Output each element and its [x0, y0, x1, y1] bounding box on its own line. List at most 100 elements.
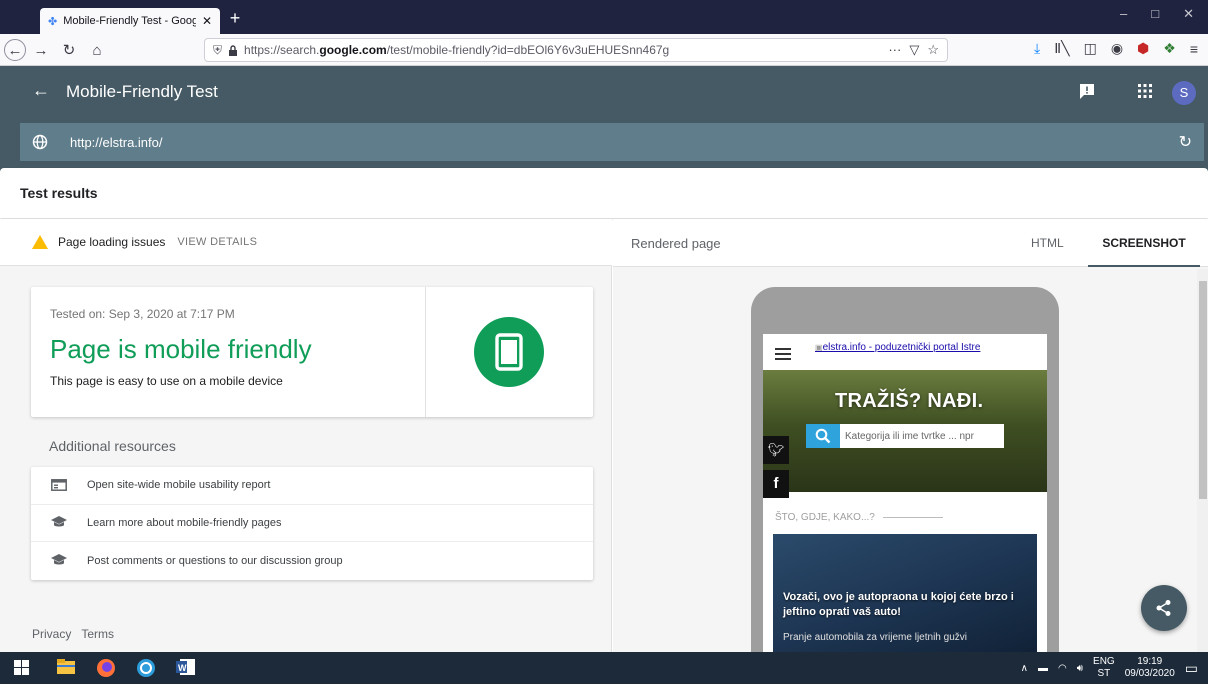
resource-item-usability-report[interactable]: Open site-wide mobile usability report [31, 467, 593, 505]
card-divider [425, 287, 426, 417]
resource-label: Learn more about mobile-friendly pages [87, 516, 282, 529]
clock[interactable]: 19:19 09/03/2020 [1125, 656, 1175, 680]
hero-search-box: Kategorija ili ime tvrtke ... npr [806, 424, 1004, 448]
forward-button[interactable]: → [30, 39, 52, 61]
article-card: Vozači, ovo je autopraona u kojoj ćete b… [773, 534, 1037, 667]
rendered-page-label: Rendered page [631, 236, 721, 251]
gift-icon[interactable]: ❖ [1163, 40, 1176, 57]
tested-url: http://elstra.info/ [70, 134, 163, 150]
menu-icon[interactable]: ≡ [1190, 41, 1198, 57]
results-panel: Page loading issues VIEW DETAILS Tested … [0, 219, 612, 652]
battery-icon[interactable]: ▬ [1038, 663, 1048, 674]
tab-html[interactable]: HTML [1031, 236, 1064, 250]
hamburger-menu-icon [775, 348, 791, 360]
browser-tab[interactable]: ✤ Mobile-Friendly Test - Google ✕ [40, 8, 220, 34]
pocket-icon[interactable]: ▽ [909, 42, 919, 58]
back-arrow-icon[interactable]: ← [32, 80, 50, 101]
maximize-icon[interactable]: □ [1151, 6, 1159, 22]
page-actions-icon[interactable]: ··· [888, 42, 901, 58]
article-title: Vozači, ovo je autopraona u kojoj ćete b… [783, 591, 1014, 618]
tested-url-bar[interactable]: http://elstra.info/ ↻ [20, 123, 1204, 161]
test-results-header: Test results [0, 168, 1208, 218]
phone-frame: ▣elstra.info - poduzetnički portal Istre… [751, 287, 1059, 667]
language-indicator[interactable]: ENG ST [1093, 656, 1115, 680]
chevron-up-icon[interactable]: ∧ [1021, 663, 1028, 674]
lock-icon[interactable] [228, 44, 238, 56]
window-controls: – □ ✕ [1120, 6, 1208, 22]
verdict-subtitle: This page is easy to use on a mobile dev… [50, 374, 283, 388]
url-path: /test/mobile-friendly?id=dbEOl6Y6v3uEHUE… [386, 43, 670, 57]
app-icon[interactable] [136, 658, 156, 678]
close-window-icon[interactable]: ✕ [1183, 6, 1194, 22]
library-icon[interactable]: Ⅱ╲ [1054, 40, 1069, 57]
site-logo-link: ▣elstra.info - poduzetnički portal Istre [815, 342, 980, 353]
tab-screenshot[interactable]: SCREENSHOT [1088, 219, 1200, 267]
page-loading-issues-bar: Page loading issues VIEW DETAILS [0, 219, 612, 266]
globe-icon [32, 134, 48, 150]
firefox-icon[interactable] [96, 658, 116, 678]
windows-start-icon[interactable] [12, 658, 32, 678]
footer-links: Privacy Terms [32, 627, 114, 641]
system-tray: ∧ ▬ ◠ 🔊︎ ENG ST 19:19 09/03/2020 ▭ [1021, 656, 1198, 680]
tab-close-icon[interactable]: ✕ [202, 14, 212, 28]
hero-title: TRAŽIŠ? NAĐI. [835, 390, 984, 412]
extension-icon[interactable]: ⬢ [1137, 40, 1149, 57]
url-actions: ··· ▽ ☆ [888, 42, 939, 58]
volume-icon[interactable]: 🔊︎ [1077, 663, 1083, 674]
tab-favicon-icon: ✤ [48, 15, 58, 28]
avatar[interactable]: S [1172, 81, 1196, 105]
wifi-icon[interactable]: ◠ [1058, 663, 1067, 674]
test-results-title: Test results [20, 185, 98, 201]
new-tab-button[interactable]: + [224, 8, 246, 30]
school-icon [51, 554, 67, 567]
shield-icon[interactable]: ⛨ [213, 43, 222, 58]
retest-icon[interactable]: ↻ [1179, 132, 1192, 152]
toolbar-icons: ⤓ Ⅱ╲ ◫ ◉ ⬢ ❖ ≡ [1034, 40, 1198, 57]
clock-time: 19:19 [1137, 656, 1163, 667]
download-icon[interactable]: ⤓ [1034, 40, 1040, 57]
terms-link[interactable]: Terms [81, 627, 114, 641]
resource-item-discussion-group[interactable]: Post comments or questions to our discus… [31, 542, 593, 580]
bookmark-star-icon[interactable]: ☆ [927, 42, 939, 58]
resource-label: Post comments or questions to our discus… [87, 554, 343, 567]
section-label: ŠTO, GDJE, KAKO...? [775, 512, 875, 523]
view-details-link[interactable]: VIEW DETAILS [177, 236, 257, 248]
apps-grid-icon[interactable] [1138, 84, 1152, 98]
svg-text:W: W [178, 663, 187, 673]
browser-nav-bar: ← → ↻ ⌂ ⛨ https://search.google.com/test… [0, 34, 1208, 66]
feedback-icon[interactable] [1078, 82, 1096, 100]
word-icon[interactable]: W [176, 658, 196, 678]
scrollbar-thumb[interactable] [1199, 281, 1207, 499]
share-button[interactable] [1141, 585, 1187, 631]
rendered-page-panel: Rendered page HTML SCREENSHOT ▣elstra.in… [613, 219, 1208, 667]
app-header: ← Mobile-Friendly Test S http://elstra.i… [0, 66, 1208, 178]
notifications-icon[interactable]: ▭ [1185, 660, 1198, 677]
share-icon [1156, 600, 1171, 616]
account-icon[interactable]: ◉ [1111, 40, 1123, 57]
verdict-title: Page is mobile friendly [50, 334, 312, 364]
windows-taskbar: W ∧ ▬ ◠ 🔊︎ ENG ST 19:19 09/03/2020 ▭ [0, 652, 1208, 684]
phone-screenshot: ▣elstra.info - poduzetnički portal Istre… [763, 334, 1047, 667]
home-icon[interactable]: ⌂ [86, 39, 108, 61]
sidebar-icon[interactable]: ◫ [1084, 40, 1097, 57]
browser-tab-bar: ✤ Mobile-Friendly Test - Google ✕ + – □ … [0, 0, 1208, 34]
reload-icon[interactable]: ↻ [58, 39, 80, 61]
url-domain: google.com [319, 43, 387, 57]
issues-label: Page loading issues [58, 235, 166, 249]
language-sub: ST [1097, 668, 1111, 679]
logo-alt-text: elstra.info - poduzetnički portal Istre [822, 342, 981, 353]
file-explorer-icon[interactable] [56, 658, 76, 678]
verdict-card: Tested on: Sep 3, 2020 at 7:17 PM Page i… [31, 287, 593, 417]
privacy-link[interactable]: Privacy [32, 627, 71, 641]
hero-search-placeholder: Kategorija ili ime tvrtke ... npr [845, 430, 974, 442]
minimize-icon[interactable]: – [1120, 6, 1127, 22]
resource-item-learn-more[interactable]: Learn more about mobile-friendly pages [31, 505, 593, 543]
url-bar[interactable]: ⛨ https://search.google.com/test/mobile-… [204, 38, 948, 62]
hero-banner: TRAŽIŠ? NAĐI. Kategorija ili ime tvrtke … [763, 370, 1047, 498]
clock-date: 09/03/2020 [1124, 668, 1175, 679]
resource-label: Open site-wide mobile usability report [87, 479, 271, 492]
rendered-page-header: Rendered page HTML SCREENSHOT [613, 219, 1208, 267]
school-icon [51, 516, 67, 529]
resources-list: Open site-wide mobile usability report L… [31, 467, 593, 580]
back-button[interactable]: ← [4, 39, 26, 61]
